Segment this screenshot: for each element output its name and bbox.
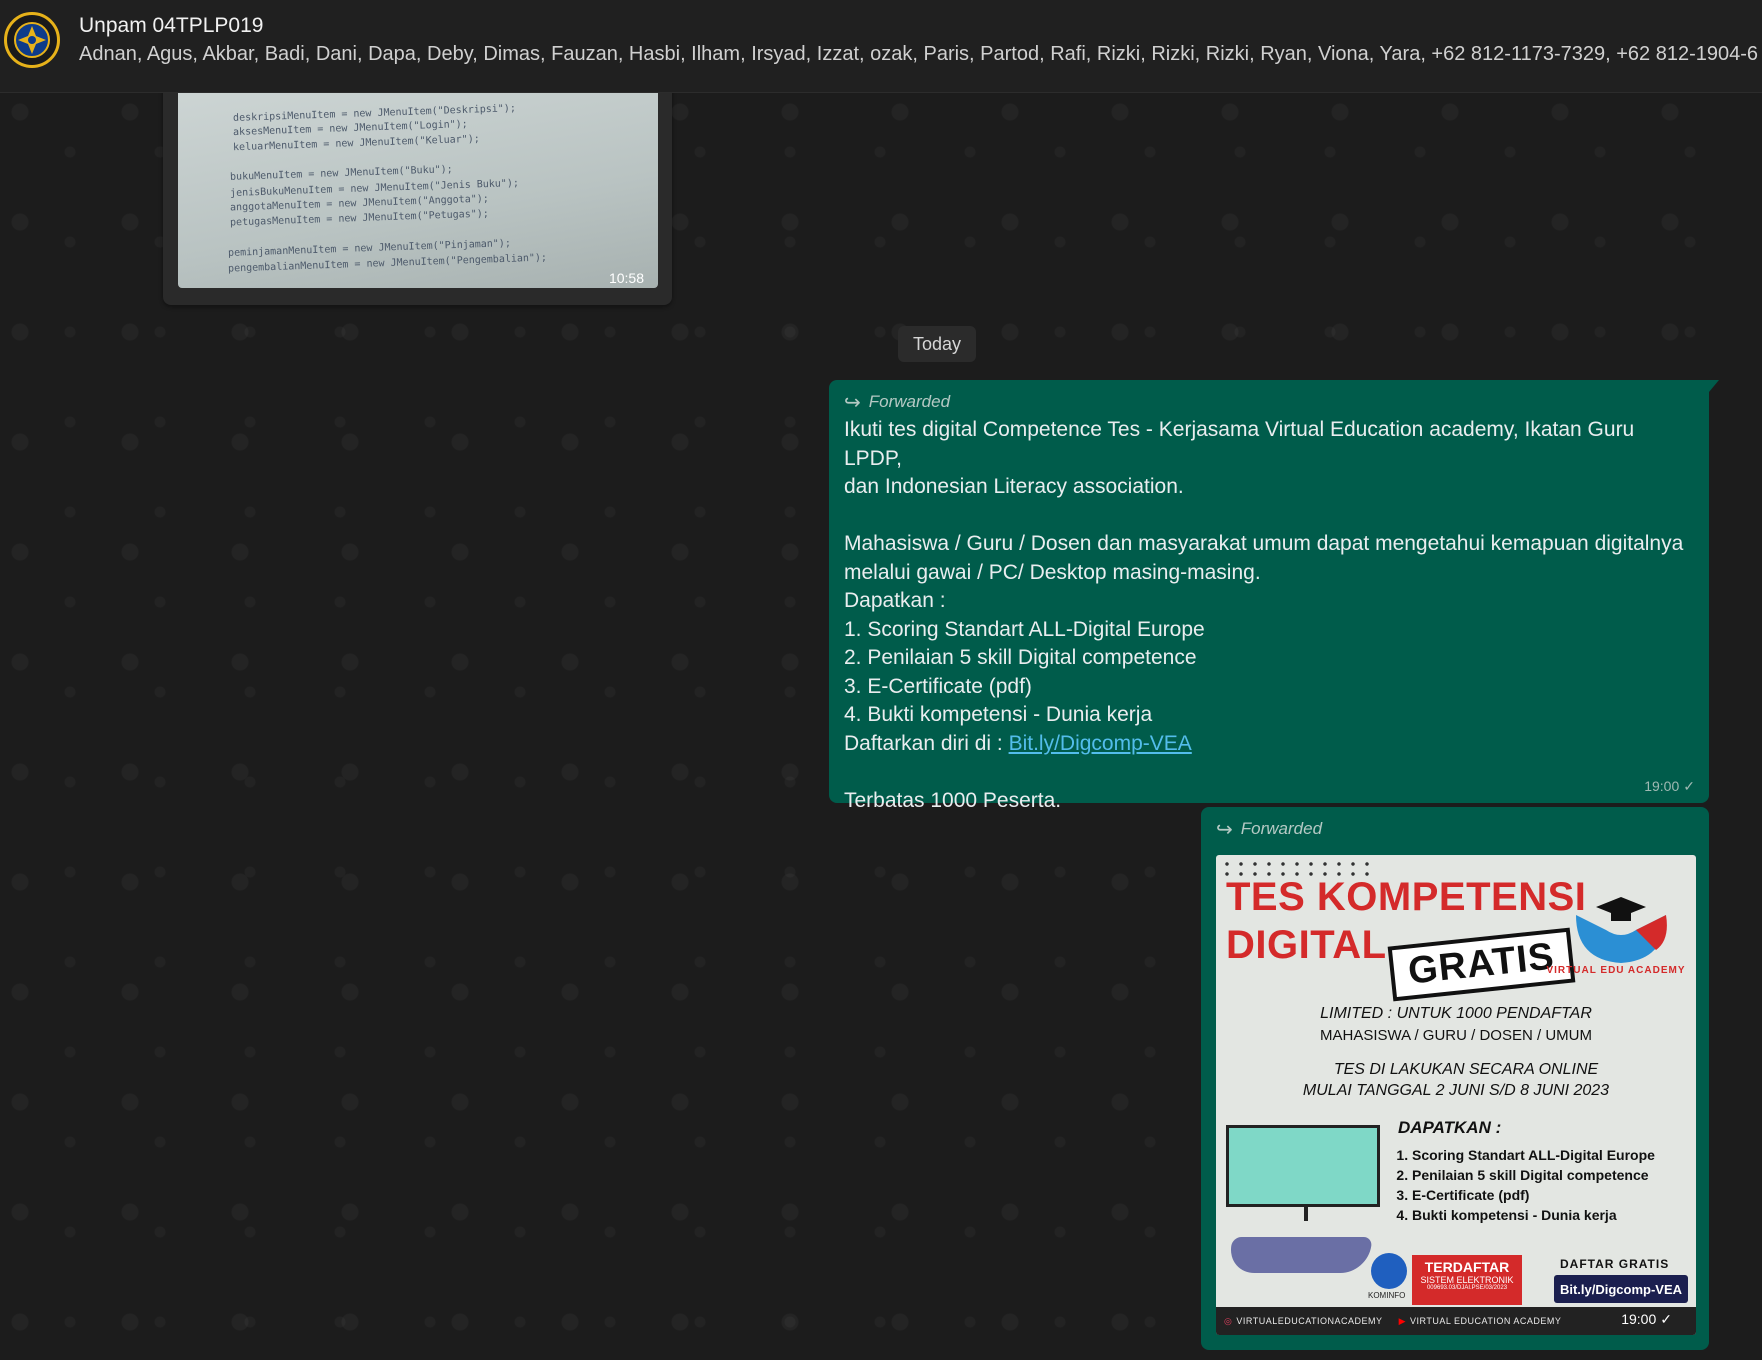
list-item: Penilaian 5 skill Digital competence: [1412, 1165, 1655, 1185]
registered-subtitle: SISTEM ELEKTRONIK: [1420, 1275, 1514, 1285]
registered-number: 009693.03/DJAI.PSE/03/2023: [1426, 1285, 1508, 1291]
youtube-icon: ▶: [1398, 1315, 1406, 1326]
code-line: deskripsiMenuItem = new JMenuItem("Deskr…: [232, 103, 517, 124]
monitor-illustration-icon: [1226, 1125, 1380, 1207]
image-message-old[interactable]: deskripsiMenuItem = new JMenuItem("Deskr…: [163, 80, 672, 305]
graduation-cap-logo-icon: [1576, 897, 1667, 963]
daftar-gratis-label: DAFTAR GRATIS: [1560, 1257, 1670, 1271]
poster-benefits-list: Scoring Standart ALL-Digital Europe Peni…: [1398, 1145, 1655, 1225]
message-time: 10:58: [608, 270, 644, 286]
list-item: 2. Penilaian 5 skill Digital competence: [844, 646, 1197, 669]
poster-image[interactable]: TES KOMPETENSI DIGITAL GRATIS VIRTUAL ED…: [1216, 855, 1696, 1335]
forwarded-text: Forwarded: [1240, 819, 1323, 838]
code-screenshot-image[interactable]: deskripsiMenuItem = new JMenuItem("Deskr…: [178, 88, 658, 288]
keyboard-illustration-icon: [1227, 1237, 1373, 1273]
group-avatar[interactable]: [4, 12, 60, 68]
chat-header[interactable]: Unpam 04TPLP019 Adnan, Agus, Akbar, Badi…: [0, 0, 1762, 93]
list-item: 3. E-Certificate (pdf): [844, 674, 1032, 698]
poster-dates: MULAI TANGGAL 2 JUNI S/D 8 JUNI 2023: [1302, 1082, 1610, 1099]
list-item: Bukti kompetensi - Dunia kerja: [1412, 1205, 1655, 1225]
youtube-handle: VIRTUAL EDUCATION ACADEMY: [1409, 1316, 1562, 1326]
message-body: Ikuti tes digital Competence Tes - Kerja…: [844, 416, 1694, 815]
register-prefix: Daftarkan diri di :: [844, 731, 1009, 755]
code-line: bukuMenuItem = new JMenuItem("Buku");: [229, 164, 453, 183]
poster-audience: MAHASISWA / GURU / DOSEN / UMUM: [1320, 1027, 1592, 1044]
outgoing-image-message[interactable]: ↪ Forwarded TES KOMPETENSI DIGITAL GRATI…: [1201, 807, 1709, 1350]
outgoing-text-message[interactable]: ↪ Forwarded Ikuti tes digital Competence…: [829, 380, 1719, 812]
poster-dapatkan: DAPATKAN :: [1398, 1118, 1502, 1137]
message-time: 19:00: [1621, 1311, 1657, 1327]
list-item: 1. Scoring Standart ALL-Digital Europe: [844, 617, 1205, 641]
message-meta: 19:00 ✓: [1644, 778, 1695, 795]
forward-arrow-icon: ↪: [1216, 818, 1233, 841]
registered-title: TERDAFTAR: [1424, 1259, 1510, 1275]
list-item: E-Certificate (pdf): [1412, 1185, 1655, 1205]
group-title[interactable]: Unpam 04TPLP019: [79, 14, 263, 38]
forward-arrow-icon: ↪: [844, 391, 861, 414]
date-divider: Today: [898, 326, 976, 362]
academy-logo-text: VIRTUAL EDU ACADEMY: [1546, 965, 1686, 976]
forwarded-label: ↪ Forwarded: [1216, 817, 1694, 841]
poster-url: Bit.ly/Digcomp-VEA: [1554, 1275, 1688, 1303]
message-line: Dapatkan :: [844, 589, 946, 612]
forwarded-label: ↪ Forwarded: [844, 390, 1694, 414]
list-item: Scoring Standart ALL-Digital Europe: [1412, 1145, 1655, 1165]
instagram-icon: ◎: [1224, 1315, 1233, 1326]
instagram-handle: VIRTUALEDUCATIONACADEMY: [1236, 1316, 1383, 1326]
register-line: Daftarkan diri di : Bit.ly/Digcomp-VEA: [844, 730, 1694, 759]
sent-check-icon: ✓: [1683, 778, 1695, 794]
message-line: melalui gawai / PC/ Desktop masing-masin…: [844, 560, 1261, 584]
message-line: dan Indonesian Literacy association.: [844, 475, 1184, 498]
kominfo-label: KOMINFO: [1368, 1291, 1406, 1300]
poster-limited: LIMITED : UNTUK 1000 PENDAFTAR: [1320, 1005, 1592, 1022]
message-line: Mahasiswa / Guru / Dosen dan masyarakat …: [844, 532, 1684, 555]
message-meta: 19:00 ✓: [1621, 1311, 1672, 1328]
message-line: Ikuti tes digital Competence Tes - Kerja…: [844, 418, 1635, 470]
group-members[interactable]: Adnan, Agus, Akbar, Badi, Dani, Dapa, De…: [79, 43, 1758, 66]
list-item: 4. Bukti kompetensi - Dunia kerja: [844, 703, 1153, 726]
emblem-icon: [14, 22, 50, 58]
registered-badge: TERDAFTAR SISTEM ELEKTRONIK 009693.03/DJ…: [1412, 1255, 1522, 1305]
sent-check-icon: ✓: [1660, 1311, 1672, 1327]
poster-online: TES DI LAKUKAN SECARA ONLINE: [1333, 1061, 1599, 1078]
poster-title-line: TES KOMPETENSI: [1226, 875, 1587, 919]
forwarded-text: Forwarded: [868, 392, 951, 411]
kominfo-logo-icon: [1371, 1253, 1407, 1289]
registration-link[interactable]: Bit.ly/Digcomp-VEA: [1009, 732, 1192, 755]
monitor-stand: [1304, 1207, 1308, 1221]
message-time: 19:00: [1644, 778, 1680, 794]
